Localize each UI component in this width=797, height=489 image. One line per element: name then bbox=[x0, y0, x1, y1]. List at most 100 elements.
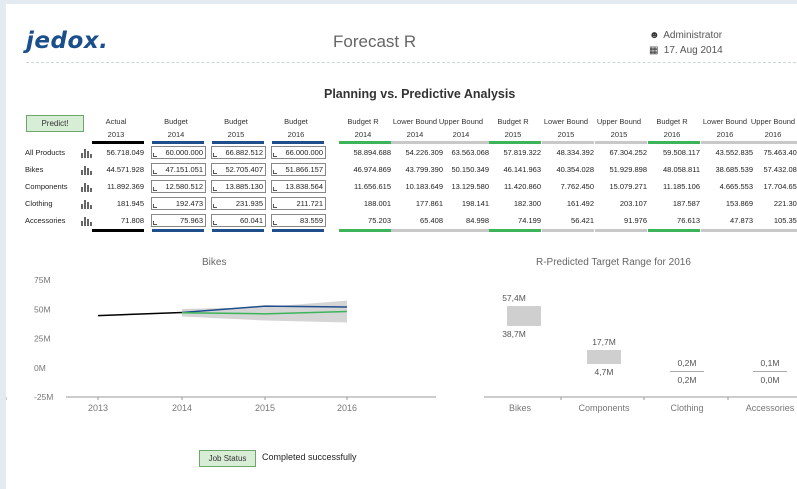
calendar-icon: ▦ bbox=[649, 45, 659, 56]
column-header-year: 2016 bbox=[287, 130, 305, 139]
column-bottom-bar bbox=[391, 229, 443, 232]
value-cell: 46.974.869 bbox=[353, 165, 391, 174]
budget-input-cell[interactable]: 47.151.051 bbox=[151, 163, 206, 176]
column-bottom-bar bbox=[92, 229, 144, 232]
column-bottom-bar bbox=[701, 229, 753, 232]
y-tick-label: -25M bbox=[34, 392, 53, 402]
column-header-name: Budget bbox=[164, 117, 188, 126]
user-icon: ☻ bbox=[649, 30, 660, 41]
budget-input-cell[interactable]: 60.000.000 bbox=[151, 146, 206, 159]
range-upper-label: 0,2M bbox=[678, 358, 697, 368]
date-row[interactable]: ▦ 17. Aug 2014 bbox=[649, 43, 723, 58]
column-header-year: 2013 bbox=[107, 130, 125, 139]
report-subtitle: Planning vs. Predictive Analysis bbox=[324, 87, 516, 101]
predict-button[interactable]: Predict! bbox=[26, 115, 84, 132]
range-category-label: Accessories bbox=[746, 403, 795, 413]
column-bottom-bar bbox=[212, 229, 264, 232]
value-cell: 198.141 bbox=[461, 199, 489, 208]
value-cell: 51.929.898 bbox=[609, 165, 647, 174]
column-header-name: Actual bbox=[105, 117, 127, 126]
budget-input-cell[interactable]: 75.963 bbox=[151, 214, 206, 227]
column-header-year: 2015 bbox=[504, 130, 522, 139]
column-header-name: Budget R bbox=[656, 117, 688, 126]
value-cell: 44.571.928 bbox=[106, 165, 144, 174]
range-upper-label: 0,1M bbox=[761, 358, 780, 368]
budget-input-cell[interactable]: 211.721 bbox=[271, 197, 326, 210]
budget-input-cell[interactable]: 60.041 bbox=[211, 214, 266, 227]
column-bottom-bar bbox=[595, 229, 647, 232]
value-cell: 57.432.083 bbox=[763, 165, 797, 174]
column-header-year: 2014 bbox=[452, 130, 470, 139]
value-cell: 75.463.400 bbox=[763, 148, 797, 157]
x-tick-label: 2013 bbox=[88, 403, 108, 413]
x-tick-label: 2015 bbox=[255, 403, 275, 413]
column-top-bar bbox=[437, 141, 489, 144]
budget-input-cell[interactable]: 12.580.512 bbox=[151, 180, 206, 193]
value-cell: 56.421 bbox=[571, 216, 594, 225]
range-category-label: Clothing bbox=[670, 403, 703, 413]
row-label: Bikes bbox=[25, 165, 44, 174]
budget-input-cell[interactable]: 51.866.157 bbox=[271, 163, 326, 176]
job-status-text: Completed successfully bbox=[262, 452, 357, 462]
y-tick-label: 0M bbox=[34, 363, 46, 373]
prediction-band bbox=[182, 300, 347, 323]
budget-input-cell[interactable]: 13.885.130 bbox=[211, 180, 266, 193]
value-cell: 17.704.659 bbox=[763, 182, 797, 191]
jedox-logo: jedox. bbox=[26, 28, 109, 54]
value-cell: 7.762.450 bbox=[560, 182, 594, 191]
column-header-year: 2016 bbox=[663, 130, 681, 139]
value-cell: 46.141.963 bbox=[503, 165, 541, 174]
column-top-bar bbox=[92, 141, 144, 144]
y-tick-label: 25M bbox=[34, 334, 51, 344]
page-title: Forecast R bbox=[333, 32, 417, 51]
x-tick-label: 2016 bbox=[337, 403, 357, 413]
range-bar bbox=[587, 350, 621, 364]
budget-input-cell[interactable]: 83.559 bbox=[271, 214, 326, 227]
y-tick-label: 75M bbox=[34, 275, 51, 285]
column-top-bar bbox=[595, 141, 647, 144]
value-cell: 221.305 bbox=[773, 199, 797, 208]
column-header-year: 2015 bbox=[227, 130, 245, 139]
column-header-year: 2015 bbox=[610, 130, 628, 139]
actual-line bbox=[97, 311, 183, 317]
budget-input-cell[interactable]: 52.705.407 bbox=[211, 163, 266, 176]
budget-input-cell[interactable]: 231.935 bbox=[211, 197, 266, 210]
value-cell: 187.587 bbox=[672, 199, 700, 208]
value-cell: 40.354.028 bbox=[556, 165, 594, 174]
value-cell: 75.203 bbox=[368, 216, 391, 225]
bikes-chart-title: Bikes bbox=[202, 257, 227, 268]
value-cell: 84.998 bbox=[466, 216, 489, 225]
value-cell: 181.945 bbox=[116, 199, 144, 208]
budget-input-cell[interactable]: 13.838.564 bbox=[271, 180, 326, 193]
budget-input-cell[interactable]: 66.882.512 bbox=[211, 146, 266, 159]
job-status-button[interactable]: Job Status bbox=[199, 450, 256, 467]
value-cell: 56.718.049 bbox=[106, 148, 144, 157]
value-cell: 71.808 bbox=[121, 216, 144, 225]
value-cell: 203.107 bbox=[619, 199, 647, 208]
column-bottom-bar bbox=[272, 229, 324, 232]
value-cell: 48.058.811 bbox=[663, 165, 700, 174]
y-tick-label: 50M bbox=[34, 304, 51, 314]
column-header-name: Lower Bound bbox=[543, 117, 589, 126]
value-cell: 57.819.322 bbox=[503, 148, 541, 157]
column-header-year: 2014 bbox=[354, 130, 372, 139]
value-cell: 59.508.117 bbox=[663, 148, 700, 157]
column-top-bar bbox=[701, 141, 753, 144]
header-divider bbox=[26, 62, 796, 63]
range-lower-label: 38,7M bbox=[502, 329, 526, 339]
column-bottom-bar bbox=[489, 229, 541, 232]
budget-line bbox=[181, 305, 348, 314]
column-bottom-bar bbox=[749, 229, 797, 232]
budget-input-cell[interactable]: 192.473 bbox=[151, 197, 206, 210]
column-header-name: Budget R bbox=[347, 117, 379, 126]
column-header-name: Budget R bbox=[497, 117, 529, 126]
range-bar bbox=[753, 371, 787, 372]
column-bottom-bar bbox=[437, 229, 489, 232]
user-row[interactable]: ☻ Administrator bbox=[649, 28, 723, 43]
range-chart-title: R-Predicted Target Range for 2016 bbox=[536, 257, 691, 268]
budget-input-cell[interactable]: 66.000.000 bbox=[271, 146, 326, 159]
user-info: ☻ Administrator ▦ 17. Aug 2014 bbox=[649, 28, 723, 58]
column-top-bar bbox=[648, 141, 700, 144]
column-bottom-bar bbox=[152, 229, 204, 232]
column-bottom-bar bbox=[542, 229, 594, 232]
